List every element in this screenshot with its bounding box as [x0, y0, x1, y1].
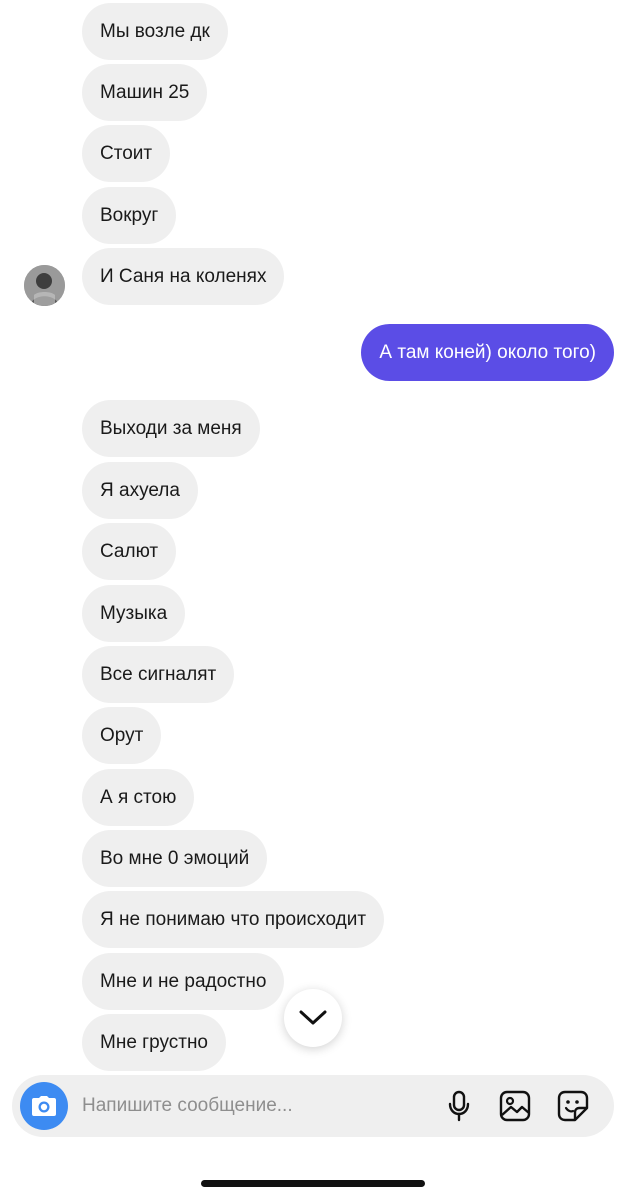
- incoming-message[interactable]: Во мне 0 эмоций: [82, 830, 268, 887]
- incoming-message[interactable]: Мне грустно: [82, 1014, 226, 1071]
- camera-icon: [32, 1096, 56, 1116]
- incoming-message[interactable]: Мы возле дк: [82, 3, 228, 60]
- incoming-message[interactable]: Стоит: [82, 125, 171, 182]
- microphone-button[interactable]: [442, 1089, 476, 1123]
- message-input[interactable]: [82, 1075, 422, 1137]
- incoming-message[interactable]: И Саня на коленях: [82, 248, 285, 305]
- camera-button[interactable]: [20, 1082, 68, 1130]
- outgoing-message[interactable]: А там коней) около того): [361, 324, 614, 381]
- incoming-message[interactable]: Мне и не радостно: [82, 953, 285, 1010]
- incoming-message[interactable]: Музыка: [82, 585, 186, 642]
- incoming-message[interactable]: Салют: [82, 523, 177, 580]
- sticker-icon: [557, 1090, 589, 1122]
- incoming-message[interactable]: Я не понимаю что происходит: [82, 891, 385, 948]
- gallery-button[interactable]: [498, 1089, 532, 1123]
- incoming-message[interactable]: Я ахуела: [82, 462, 198, 519]
- avatar-image: [24, 265, 65, 306]
- incoming-message[interactable]: Вокруг: [82, 187, 177, 244]
- incoming-message[interactable]: А я стою: [82, 769, 195, 826]
- message-composer: [12, 1075, 614, 1137]
- chevron-down-icon: [299, 1010, 327, 1025]
- incoming-message[interactable]: Выходи за меня: [82, 400, 260, 457]
- microphone-icon: [448, 1090, 470, 1122]
- incoming-message[interactable]: Машин 25: [82, 64, 208, 121]
- gallery-icon: [499, 1090, 531, 1122]
- incoming-message[interactable]: Все сигналят: [82, 646, 235, 703]
- home-indicator: [201, 1180, 425, 1187]
- incoming-message[interactable]: Орут: [82, 707, 162, 764]
- sender-avatar[interactable]: [24, 265, 65, 306]
- scroll-to-bottom-button[interactable]: [284, 989, 342, 1047]
- sticker-button[interactable]: [556, 1089, 590, 1123]
